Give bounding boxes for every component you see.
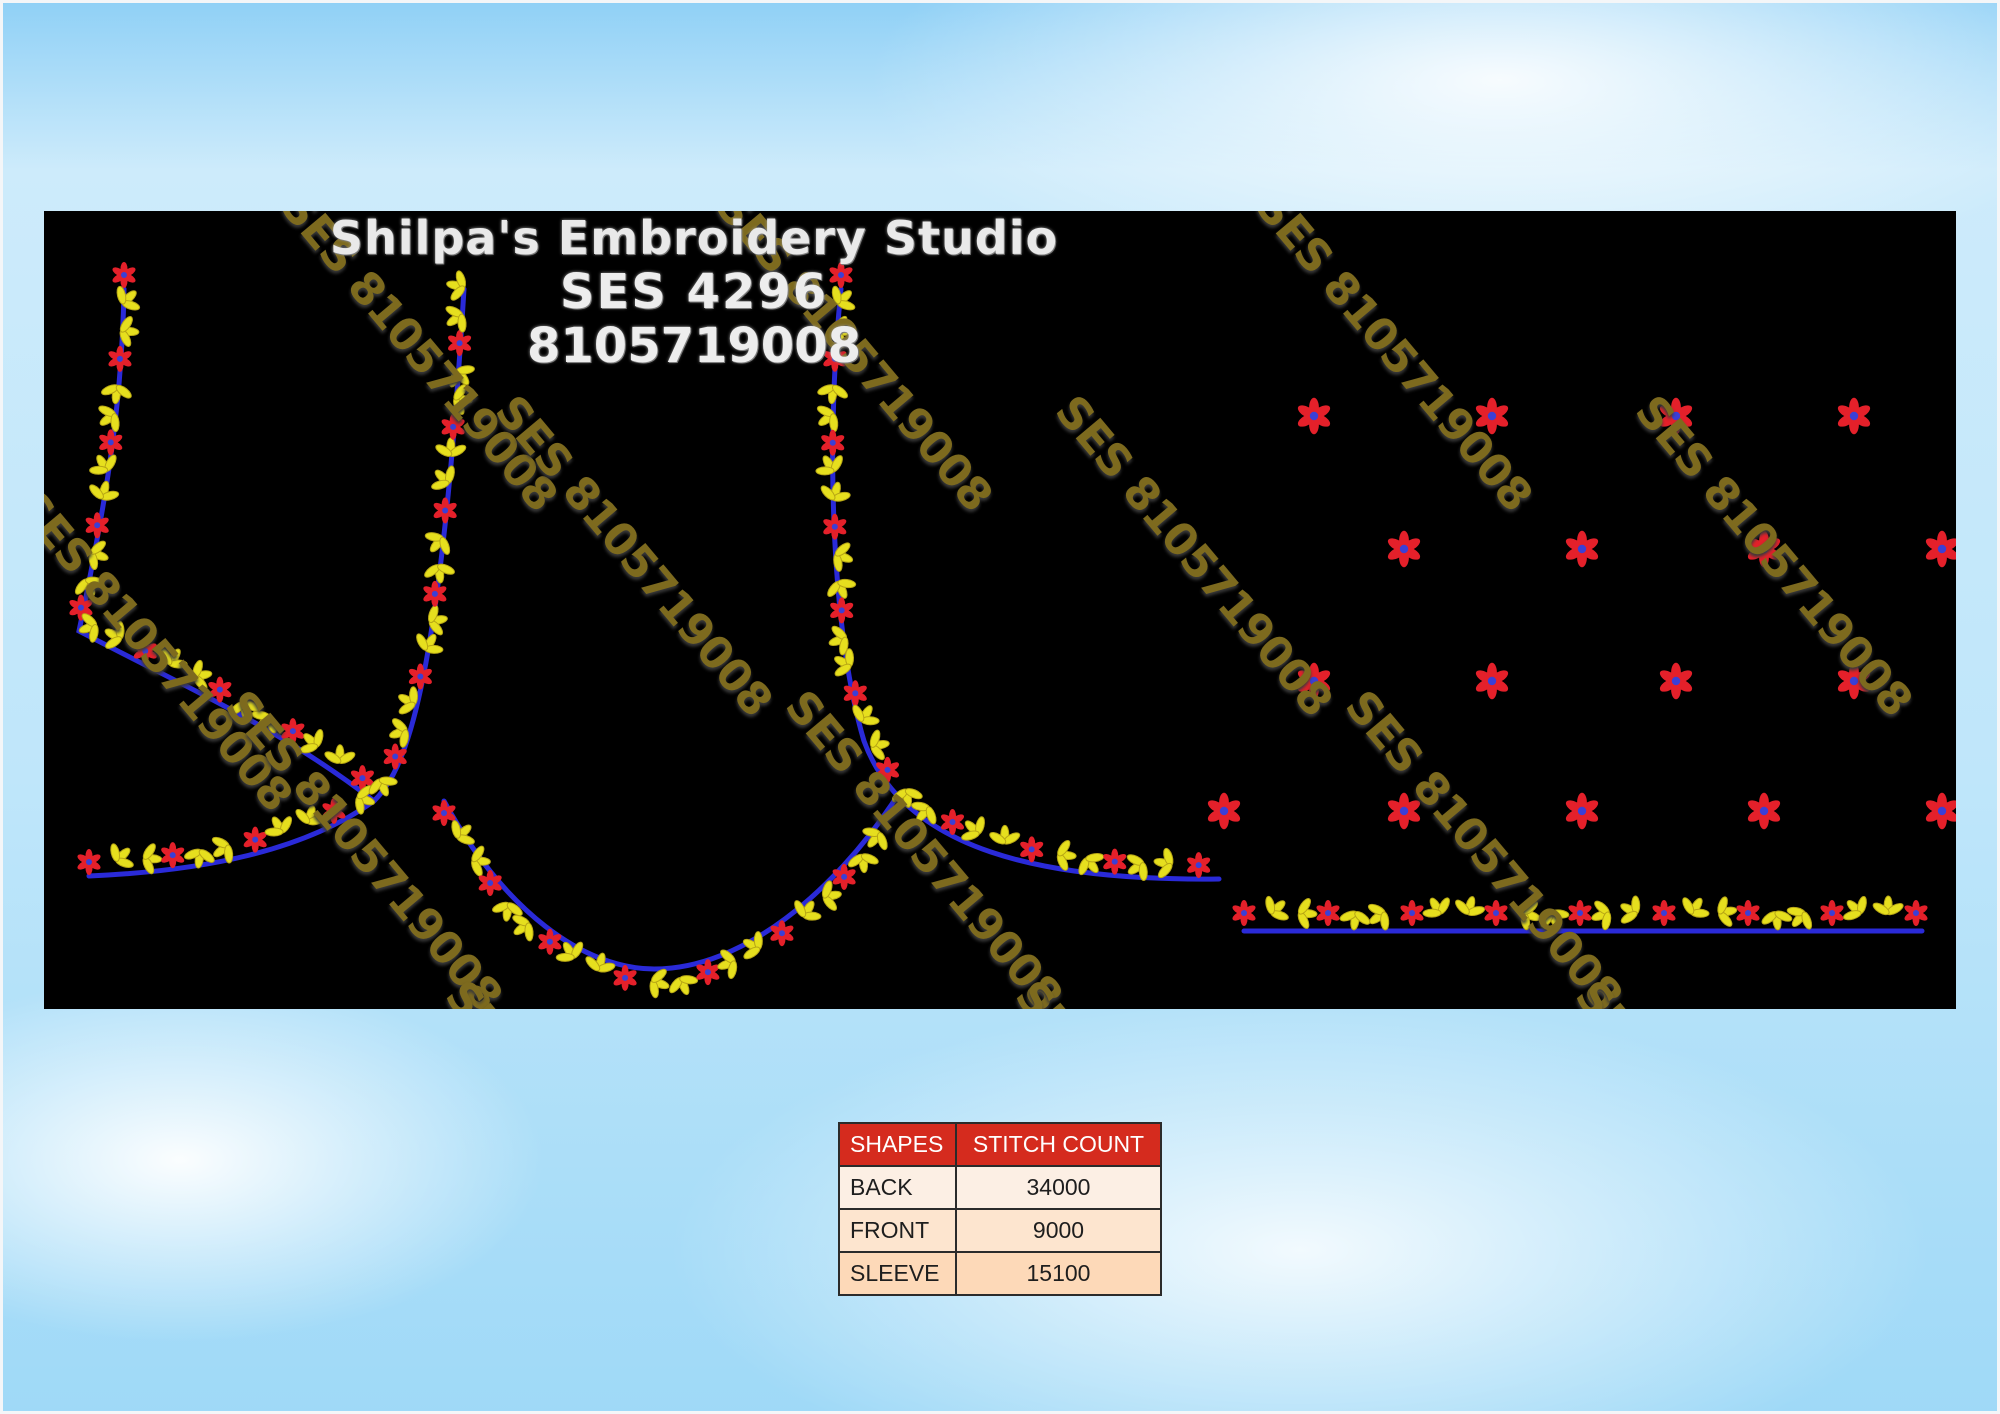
flower-motif [1400, 900, 1424, 926]
count-cell: 15100 [955, 1251, 1162, 1296]
leaf-motif [1265, 895, 1289, 921]
flower-motif [1904, 900, 1928, 926]
flower-motif [1187, 852, 1211, 879]
count-cell: 34000 [955, 1165, 1162, 1210]
leaf-motif [324, 744, 356, 764]
table-row: BACK 34000 [838, 1165, 1162, 1210]
studio-name: Shilpa's Embroidery Studio [329, 211, 1059, 265]
flower-motif [1020, 836, 1044, 863]
flower-motif [99, 429, 123, 456]
flower-motif [423, 580, 447, 607]
table-row: FRONT 9000 [838, 1208, 1162, 1253]
leaf-motif [89, 454, 117, 475]
leaf-motif [1620, 895, 1641, 924]
flower-motif [830, 597, 854, 624]
shape-cell: FRONT [838, 1208, 957, 1253]
leaf-motif [1682, 897, 1710, 918]
leaf-motif [815, 455, 843, 476]
count-cell: 9000 [955, 1208, 1162, 1253]
stitch-count-table: SHAPES STITCH COUNT BACK 34000 FRONT 900… [838, 1122, 1162, 1296]
flower-motif [1387, 530, 1421, 568]
flower-motif [1747, 792, 1781, 830]
flower-motif [1297, 397, 1331, 435]
flower-motif [1565, 530, 1599, 568]
flower-motif [1925, 530, 1956, 568]
studio-phone: 8105719008 [527, 318, 861, 374]
leaf-motif [1455, 896, 1486, 917]
flower-motif [1820, 900, 1844, 926]
leaf-motif [1339, 910, 1371, 931]
flower-motif [1207, 792, 1241, 830]
embroidery-design-panel: SES 8105719008 SES 8105719008 SES 81057190… [44, 211, 1956, 1009]
leaf-motif [424, 532, 451, 555]
table-row: SLEEVE 15100 [838, 1251, 1162, 1296]
flower-motif [770, 920, 794, 947]
flower-motif [1652, 900, 1676, 926]
flower-motif [112, 262, 136, 288]
flower-motif [1232, 900, 1256, 926]
flower-motif [77, 849, 101, 875]
flower-motif [1925, 792, 1956, 830]
leaf-motif [1297, 898, 1318, 929]
flower-motif [538, 928, 562, 955]
leaf-motif [116, 285, 141, 311]
leaf-motif [833, 542, 854, 572]
leaf-motif [427, 604, 448, 636]
flower-motif [1316, 900, 1340, 926]
flower-motif [1736, 900, 1760, 926]
flower-motif [1565, 792, 1599, 830]
flower-motif [1475, 662, 1509, 700]
flower-motif [433, 497, 457, 524]
leaf-motif [816, 405, 839, 433]
leaf-motif [1872, 895, 1904, 916]
flower-motif [821, 429, 845, 456]
flower-motif [1837, 397, 1871, 435]
shape-cell: BACK [838, 1165, 957, 1210]
flower-motif [1103, 848, 1127, 875]
flower-motif [161, 842, 185, 869]
shape-cell: SLEEVE [838, 1251, 957, 1296]
flower-motif [408, 663, 432, 690]
leaf-motif [669, 975, 699, 996]
leaf-motif [989, 824, 1021, 845]
header-shapes: SHAPES [838, 1122, 957, 1167]
leaf-motif [1717, 896, 1738, 927]
leaf-motif [431, 465, 455, 490]
leaf-motif [424, 563, 455, 584]
flower-motif [1659, 662, 1693, 700]
flower-motif [823, 513, 847, 540]
design-code: SES 4296 [559, 264, 829, 320]
flower-motif [108, 345, 132, 372]
header-stitch-count: STITCH COUNT [955, 1122, 1162, 1167]
leaf-motif [110, 843, 134, 868]
table-header-row: SHAPES STITCH COUNT [838, 1122, 1162, 1167]
floral-motif-layer [69, 262, 1956, 999]
flower-motif [843, 680, 867, 707]
